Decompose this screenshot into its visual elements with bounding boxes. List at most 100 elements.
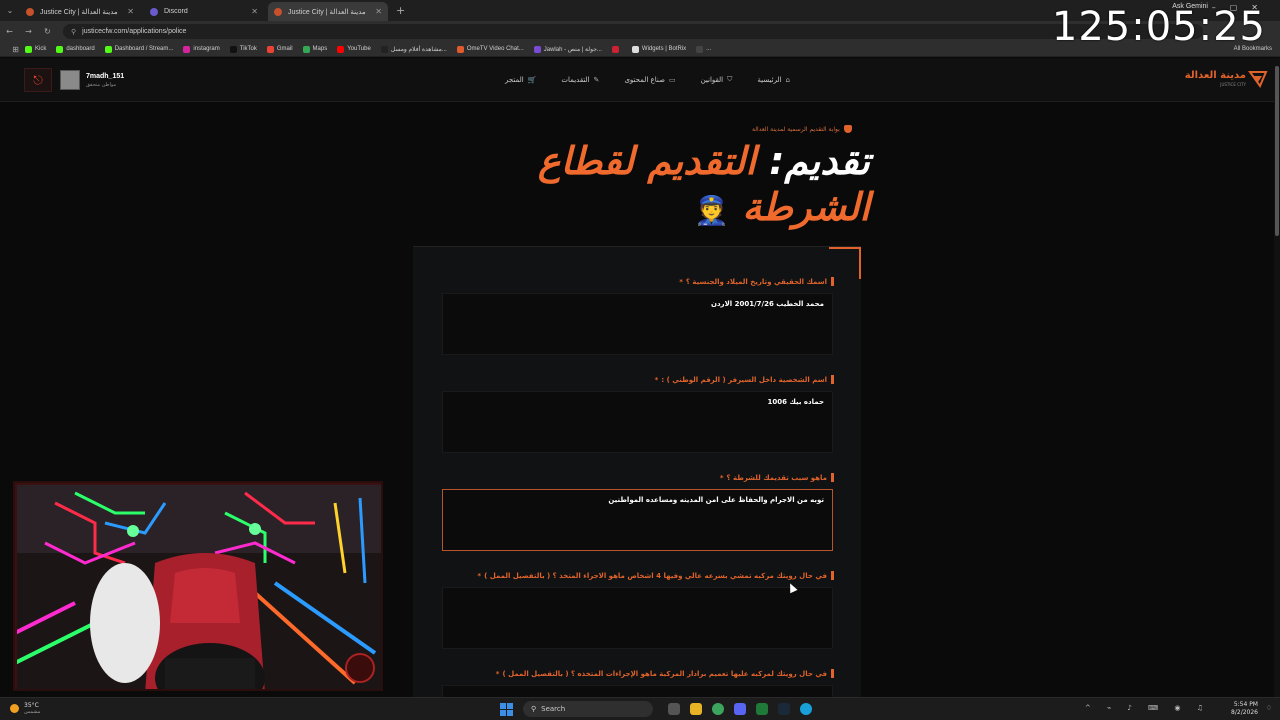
shield-icon: ⛉ <box>727 75 733 83</box>
bookmark-favicon-icon <box>266 45 274 53</box>
bookmark-item[interactable]: Maps <box>302 45 327 53</box>
bookmark-label: Kick <box>35 46 47 52</box>
bookmark-favicon-icon <box>25 45 32 53</box>
bookmark-label: Gmail <box>276 46 293 52</box>
tab-title: Justice City | مدينة العدالة <box>288 8 366 16</box>
bookmark-item[interactable]: Dashboard / Stream... <box>104 45 173 53</box>
weather-widget[interactable]: 35°C مشمس <box>10 702 40 715</box>
cart-icon: 🛒 <box>527 75 537 84</box>
task-view-icon[interactable] <box>668 703 680 715</box>
bookmark-label: dashboard <box>66 46 95 52</box>
url-field[interactable]: ⚲ justicecfw.com/applications/police <box>63 24 1203 39</box>
bookmark-favicon-icon <box>611 45 619 53</box>
browser-tab-1[interactable]: Justice City | مدينة العدالة ✕ <box>20 2 140 21</box>
bookmark-label: ... <box>706 46 712 52</box>
tab-close-icon[interactable]: ✕ <box>375 7 382 16</box>
brand[interactable]: مدينة العدالة JUSTICE CITY <box>1185 70 1246 87</box>
answer-field-4[interactable] <box>442 587 833 649</box>
justice-city-favicon-icon <box>26 7 34 16</box>
nav-link-4[interactable]: ✎ التقديمات <box>561 75 599 84</box>
home-icon: ⌂ <box>785 75 790 84</box>
webcam-overlay <box>13 481 383 691</box>
windows-start-icon[interactable] <box>500 702 513 716</box>
chrome-icon[interactable] <box>712 703 724 715</box>
nav-link-3[interactable]: ▭ صناع المحتوى <box>624 75 675 84</box>
new-tab-button[interactable]: + <box>396 2 405 21</box>
windows-taskbar: 35°C مشمس ⚲ Search ^ ⌁ ♪ ⌨ ◉ ♫ 5:54 PM 8… <box>0 697 1280 720</box>
nav-link-2[interactable]: ⛉ القوانين <box>701 75 733 84</box>
bookmark-item[interactable]: dashboard <box>56 45 95 53</box>
bookmark-item[interactable]: Kick <box>25 45 47 53</box>
nav-link-1[interactable]: ⌂ الرئيسية <box>757 75 790 84</box>
bookmark-item[interactable]: YouTube <box>337 45 371 53</box>
tab-close-icon[interactable]: ✕ <box>127 7 134 16</box>
question-label-1: اسمك الحقيقي وتاريخ الميلاد والجنسية ؟ * <box>679 277 834 286</box>
back-icon[interactable]: ← <box>0 27 19 36</box>
notification-bell-icon[interactable]: ♢ <box>1266 704 1272 712</box>
answer-field-3[interactable]: توبه من الاجرام والحفاظ على امن المدينه … <box>442 489 833 551</box>
url-text: justicecfw.com/applications/police <box>82 28 187 35</box>
discord-icon[interactable] <box>734 703 746 715</box>
bookmark-item[interactable] <box>611 45 622 53</box>
bookmark-item[interactable]: Widgets | BotRix <box>631 45 687 53</box>
avatar <box>60 70 80 90</box>
bookmark-item[interactable]: Jawlah - جولة | منص... <box>533 45 602 53</box>
tab-search-icon[interactable]: ⌄ <box>0 0 20 21</box>
bookmark-item[interactable]: ... <box>696 45 712 53</box>
video-icon: ▭ <box>668 75 676 84</box>
bookmark-item[interactable]: instagram <box>183 45 220 53</box>
browser-tab-3-active[interactable]: Justice City | مدينة العدالة ✕ <box>268 2 388 21</box>
nav-link-label: التقديمات <box>561 75 590 84</box>
forward-icon[interactable]: → <box>19 27 38 36</box>
reload-icon[interactable]: ↻ <box>38 27 57 36</box>
shield-icon <box>843 125 852 133</box>
user-name: 7madh_151 <box>86 72 125 80</box>
answer-field-2[interactable]: حماده بيك 1006 <box>442 391 833 453</box>
tab-title: Discord <box>164 8 188 15</box>
clock-date: 8/2/2026 <box>1231 709 1258 716</box>
portal-badge: بوابة التقديم الرسمية لمدينة العدالة <box>752 125 852 133</box>
bookmark-label: YouTube <box>347 46 371 52</box>
brand-sub: JUSTICE CITY <box>1220 82 1246 87</box>
page-scrollbar[interactable] <box>1274 58 1280 698</box>
bookmark-item[interactable]: مشاهدة أفلام ومسل... <box>380 45 447 53</box>
search-icon: ⚲ <box>531 705 537 713</box>
taskbar-center: ⚲ Search <box>500 701 817 717</box>
nav-link-label: المتجر <box>505 75 524 84</box>
taskbar-search[interactable]: ⚲ Search <box>523 701 653 717</box>
bookmark-favicon-icon <box>533 45 541 53</box>
bookmark-item[interactable]: Gmail <box>266 45 293 53</box>
bookmark-favicon-icon <box>337 45 345 53</box>
bookmark-label: Widgets | BotRix <box>641 46 687 52</box>
site-header: ⎋ 7madh_151 مواطن متحقق ⌂ الرئيسية ⛉ القوان… <box>0 58 1280 102</box>
nav-link-label: صناع المحتوى <box>624 75 665 84</box>
page-title: تقديم: التقديم لقطاع الشرطة 👮 <box>505 138 870 234</box>
question-label-4: في حال رويتك مركبه تمشي بسرعه عالي وفيها… <box>477 571 834 580</box>
bookmark-label: TikTok <box>239 46 257 52</box>
nav-link-5[interactable]: 🛒 المتجر <box>505 75 536 84</box>
bookmark-favicon-icon <box>380 45 388 53</box>
system-tray-icons[interactable]: ^ ⌁ ♪ ⌨ ◉ ♫ <box>1085 704 1210 712</box>
steam-icon[interactable] <box>778 703 790 715</box>
edge-icon[interactable] <box>800 703 812 715</box>
tab-close-icon[interactable]: ✕ <box>251 7 258 16</box>
taskbar-clock[interactable]: 5:54 PM 8/2/2026 <box>1231 701 1258 717</box>
scrollbar-thumb[interactable] <box>1275 66 1279 236</box>
bookmark-favicon-icon <box>696 45 704 53</box>
bookmark-favicon-icon <box>631 45 639 53</box>
apps-grid-icon[interactable]: ⊞ <box>6 45 25 54</box>
file-explorer-icon[interactable] <box>690 703 702 715</box>
logout-button[interactable]: ⎋ <box>24 68 52 92</box>
question-label-3: ماهو سبب تقديمك للشرطة ؟ * <box>720 473 834 482</box>
user-profile[interactable]: 7madh_151 مواطن متحقق <box>60 70 124 90</box>
police-officer-emoji-icon: 👮 <box>694 194 730 227</box>
site-info-icon[interactable]: ⚲ <box>71 28 76 36</box>
browser-tab-2[interactable]: Discord ✕ <box>144 2 264 21</box>
answer-field-1[interactable]: محمد الخطيب 2001/7/26 الاردن <box>442 293 833 355</box>
search-label: Search <box>541 705 566 713</box>
bookmark-item[interactable]: OmeTV Video Chat... <box>456 45 524 53</box>
portal-text: بوابة التقديم الرسمية لمدينة العدالة <box>752 125 840 133</box>
excel-icon[interactable] <box>756 703 768 715</box>
bookmark-label: instagram <box>193 46 220 52</box>
bookmark-item[interactable]: TikTok <box>229 45 257 53</box>
